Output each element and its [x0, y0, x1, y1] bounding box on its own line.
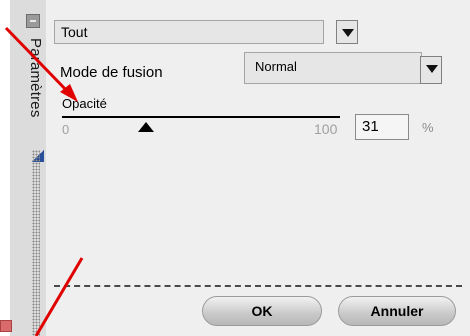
collapse-icon[interactable] — [26, 14, 40, 28]
cancel-button[interactable]: Annuler — [338, 296, 456, 326]
divider — [54, 285, 462, 287]
side-panel-strip: Paramètres — [10, 0, 46, 336]
dialog-panel: Paramètres Tout Mode de fusion Normal Op… — [0, 0, 470, 336]
opacity-input[interactable]: 31 — [355, 114, 409, 140]
opacity-slider-thumb[interactable] — [138, 122, 154, 132]
scope-select[interactable]: Tout — [54, 20, 324, 44]
blend-mode-select[interactable]: Normal — [244, 52, 422, 84]
blend-mode-arrow-icon[interactable] — [420, 56, 442, 84]
blend-mode-label: Mode de fusion — [60, 64, 163, 81]
ok-button[interactable]: OK — [202, 296, 322, 326]
opacity-slider-track[interactable] — [62, 116, 340, 118]
slider-min-label: 0 — [62, 122, 70, 137]
percent-unit-label: % — [422, 120, 434, 135]
app-icon — [0, 320, 12, 332]
opacity-label: Opacité — [62, 96, 107, 111]
scope-select-arrow-icon[interactable] — [336, 20, 358, 44]
settings-content: Tout Mode de fusion Normal Opacité 0 100… — [46, 0, 470, 336]
slider-max-label: 100 — [314, 121, 338, 137]
drag-handle[interactable] — [32, 150, 40, 336]
sidebar-title: Paramètres — [27, 38, 44, 118]
